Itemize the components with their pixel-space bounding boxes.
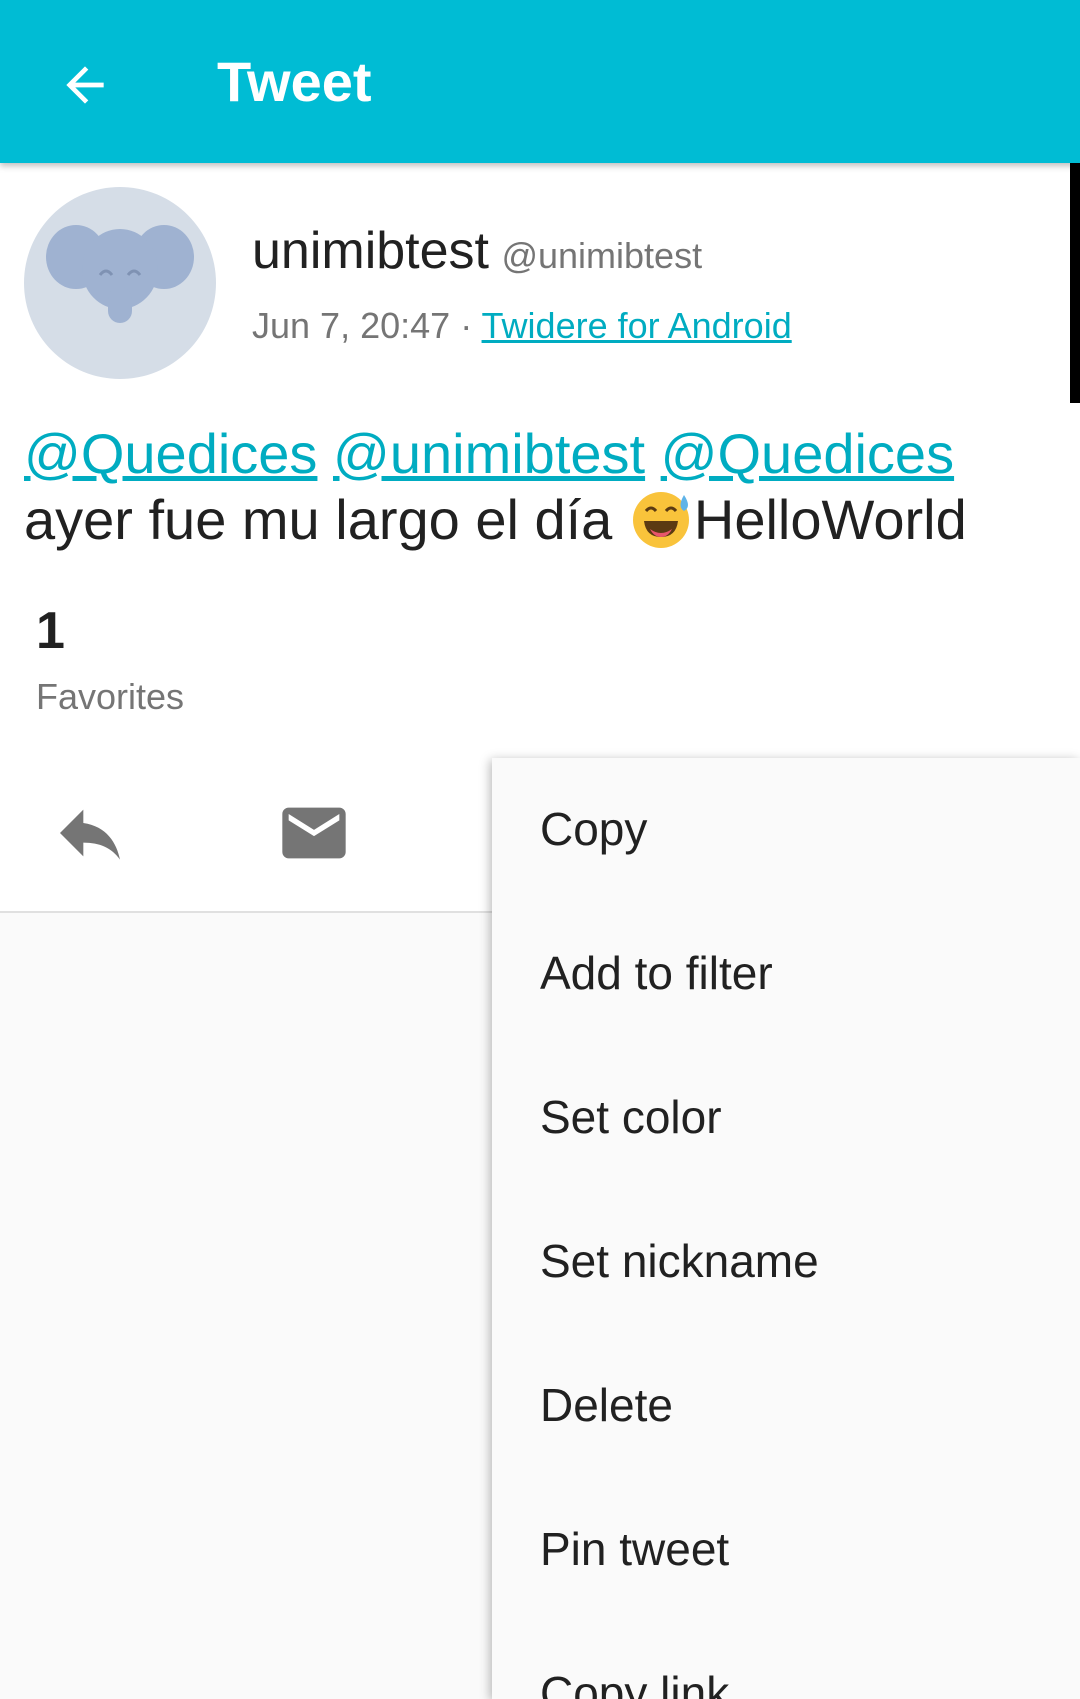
menu-item-copy-link[interactable]: Copy link (540, 1666, 729, 1699)
arrow-left-icon (66, 66, 104, 104)
tweet-text: @Quedices @unimibtest @Quedices ayer fue… (24, 421, 1044, 553)
tweet-body-text: ayer fue mu largo el día (24, 488, 613, 551)
favorites-count[interactable]: 1 (36, 601, 65, 661)
menu-item-copy[interactable]: Copy (540, 802, 647, 856)
menu-item-pin-tweet[interactable]: Pin tweet (540, 1522, 729, 1576)
menu-item-add-to-filter[interactable]: Add to filter (540, 946, 773, 1000)
tweet-meta: Jun 7, 20:47 · Twidere for Android (252, 305, 792, 347)
user-name-row[interactable]: unimibtest @unimibtest (252, 221, 702, 281)
mention-link[interactable]: @Quedices (661, 422, 954, 485)
tweet-timestamp: Jun 7, 20:47 (252, 305, 451, 346)
direct-message-button[interactable] (272, 791, 356, 875)
elephant-avatar-icon (46, 225, 194, 323)
menu-item-set-nickname[interactable]: Set nickname (540, 1234, 819, 1288)
screen-name: @unimibtest (501, 235, 703, 276)
mention-link[interactable]: @unimibtest (333, 422, 645, 485)
context-menu: Copy Add to filter Set color Set nicknam… (492, 758, 1080, 1699)
scrollbar-thumb[interactable] (1070, 163, 1080, 403)
menu-item-set-color[interactable]: Set color (540, 1090, 722, 1144)
reply-button[interactable] (48, 791, 132, 875)
reply-icon (60, 809, 120, 860)
meta-separator: · (460, 305, 473, 346)
mention-link[interactable]: @Quedices (24, 422, 317, 485)
tweet-body-text-end: HelloWorld (693, 488, 967, 551)
favorites-label[interactable]: Favorites (36, 676, 184, 718)
menu-item-delete[interactable]: Delete (540, 1378, 673, 1432)
grinning-face-with-sweat-emoji-icon (632, 492, 689, 548)
page-title: Tweet (217, 50, 372, 113)
source-link[interactable]: Twidere for Android (482, 305, 792, 346)
back-button[interactable] (40, 40, 130, 130)
display-name: unimibtest (252, 222, 489, 280)
app-bar: Tweet (0, 0, 1080, 163)
mail-icon (282, 807, 346, 859)
avatar[interactable] (24, 187, 216, 379)
